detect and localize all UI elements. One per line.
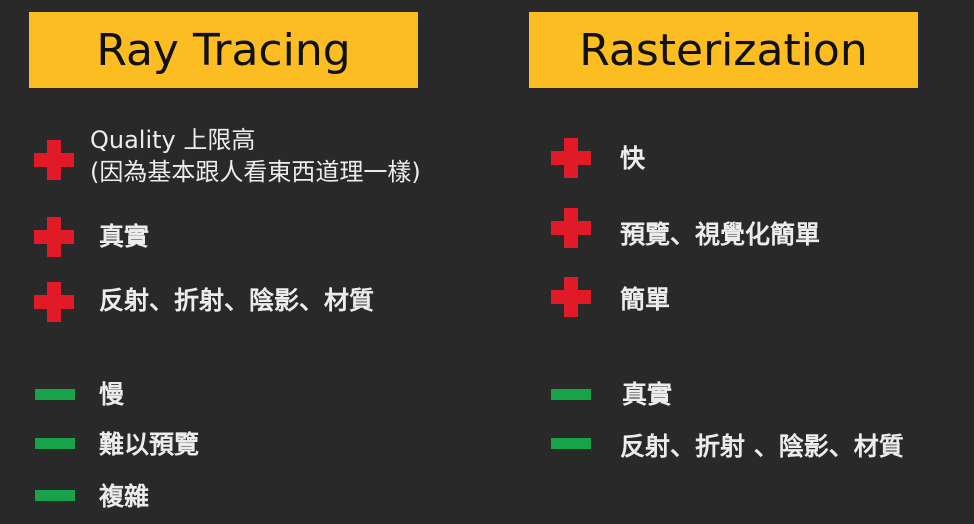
plus-icon (551, 208, 591, 248)
ray-tracing-con-3: 複雜 (99, 480, 149, 513)
minus-icon (551, 438, 591, 449)
pro-1-line1: Quality 上限高 (90, 126, 256, 154)
plus-icon (34, 140, 74, 180)
pro-1-line2: (因為基本跟人看東西道理一樣) (90, 158, 421, 186)
con-1-label: 慢 (99, 380, 125, 409)
r-pro-2-label: 預覽、視覺化簡單 (620, 220, 821, 249)
minus-icon (35, 490, 75, 501)
rasterization-header: Rasterization (529, 12, 918, 88)
ray-tracing-pro-2: 真實 (99, 220, 149, 253)
con-2-label: 難以預覽 (99, 430, 200, 459)
rasterization-pro-3: 簡單 (620, 283, 670, 316)
rasterization-pro-2: 預覽、視覺化簡單 (620, 218, 820, 251)
rasterization-con-1: 真實 (622, 378, 672, 411)
r-pro-1-label: 快 (620, 144, 646, 173)
plus-icon (34, 282, 74, 322)
rasterization-con-2: 反射、折射 、陰影、材質 (620, 430, 904, 463)
minus-icon (551, 389, 591, 400)
minus-icon (35, 438, 75, 449)
ray-tracing-header: Ray Tracing (29, 12, 418, 88)
con-3-label: 複雜 (99, 482, 150, 511)
plus-icon (34, 217, 74, 257)
rasterization-pro-1: 快 (620, 142, 645, 175)
r-pro-3-label: 簡單 (620, 285, 671, 314)
r-con-2-label: 反射、折射 、陰影、材質 (620, 432, 904, 461)
ray-tracing-pro-3: 反射、折射、陰影、材質 (99, 284, 374, 317)
minus-icon (35, 389, 75, 400)
pro-3-label: 反射、折射、陰影、材質 (99, 286, 375, 315)
pro-2-label: 真實 (99, 222, 150, 251)
ray-tracing-title: Ray Tracing (96, 24, 351, 76)
ray-tracing-pro-1: Quality 上限高 (因為基本跟人看東西道理一樣) (90, 124, 421, 188)
ray-tracing-con-1: 慢 (99, 378, 124, 411)
rasterization-title: Rasterization (579, 24, 868, 76)
plus-icon (551, 138, 591, 178)
ray-tracing-con-2: 難以預覽 (99, 428, 199, 461)
plus-icon (551, 277, 591, 317)
r-con-1-label: 真實 (622, 380, 673, 409)
